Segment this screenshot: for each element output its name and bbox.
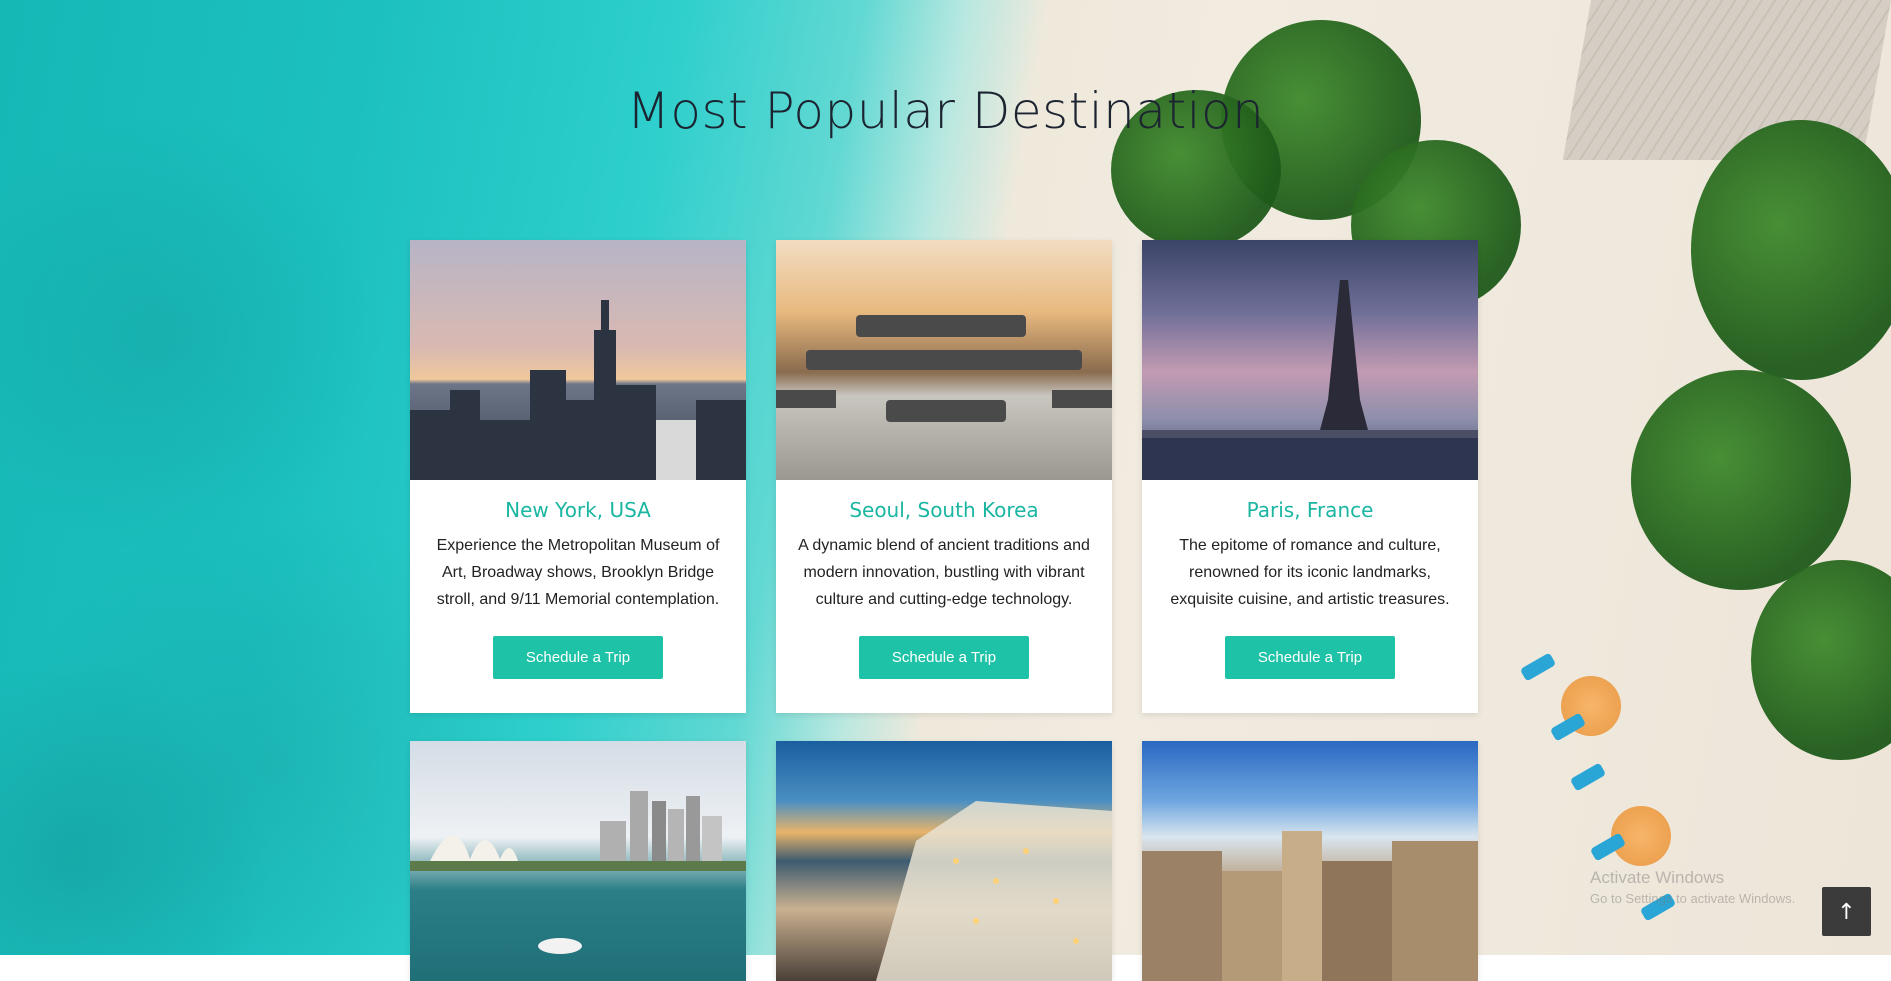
scroll-to-top-button[interactable]: ↑	[1822, 887, 1871, 936]
destination-card-santorini	[776, 741, 1112, 981]
destination-card-new-york: New York, USA Experience the Metropolita…	[410, 240, 746, 713]
sydney-image	[410, 741, 746, 981]
page-title: Most Popular Destination	[626, 82, 1265, 140]
schedule-trip-button[interactable]: Schedule a Trip	[493, 636, 663, 679]
destination-card-seoul: Seoul, South Korea A dynamic blend of an…	[776, 240, 1112, 713]
new-york-image	[410, 240, 746, 480]
card-title: New York, USA	[505, 498, 651, 522]
destination-card-sydney	[410, 741, 746, 981]
santorini-image	[776, 741, 1112, 981]
paris-image	[1142, 240, 1478, 480]
card-title: Seoul, South Korea	[849, 498, 1039, 522]
schedule-trip-button[interactable]: Schedule a Trip	[1225, 636, 1395, 679]
card-description: Experience the Metropolitan Museum of Ar…	[436, 537, 720, 608]
card-title: Paris, France	[1246, 498, 1374, 522]
card-description: The epitome of romance and culture, reno…	[1170, 537, 1450, 608]
destination-card-paris: Paris, France The epitome of romance and…	[1142, 240, 1478, 713]
activate-windows-watermark: Activate Windows Go to Settings to activ…	[1590, 868, 1795, 906]
watermark-title: Activate Windows	[1590, 868, 1725, 887]
schedule-trip-button[interactable]: Schedule a Trip	[859, 636, 1029, 679]
destination-card-madrid	[1142, 741, 1478, 981]
watermark-subtitle: Go to Settings to activate Windows.	[1590, 891, 1796, 906]
madrid-image	[1142, 741, 1478, 981]
arrow-up-icon: ↑	[1837, 900, 1856, 925]
seoul-image	[776, 240, 1112, 480]
card-description: A dynamic blend of ancient traditions an…	[798, 537, 1090, 608]
